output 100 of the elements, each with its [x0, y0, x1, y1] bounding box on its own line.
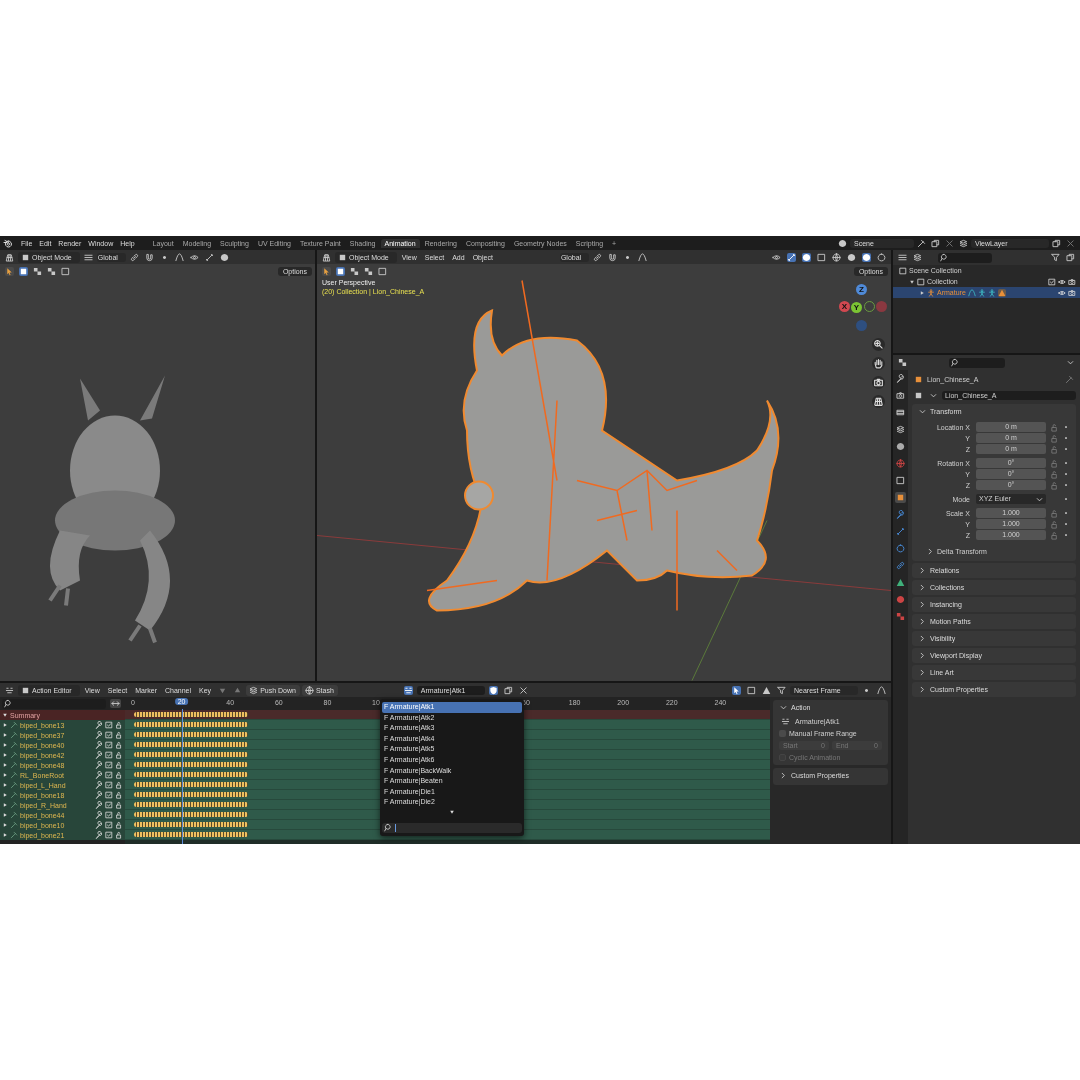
link-icon[interactable] — [129, 252, 139, 262]
expand-arrow-icon[interactable] — [2, 812, 8, 818]
editor-type-icon[interactable] — [5, 685, 14, 695]
constraint-icon[interactable] — [895, 560, 906, 571]
pin-icon[interactable] — [917, 238, 926, 248]
eye-icon[interactable] — [189, 252, 199, 262]
eye-icon[interactable] — [772, 252, 781, 262]
lock-icon[interactable] — [1050, 458, 1059, 468]
view-layer-icon[interactable] — [913, 253, 922, 262]
editor-type-icon[interactable] — [5, 252, 14, 262]
scene-icon[interactable] — [838, 238, 847, 248]
expand-arrow-icon[interactable] — [2, 802, 8, 808]
lock-icon[interactable] — [1050, 433, 1059, 443]
eye-icon[interactable] — [1058, 288, 1066, 297]
keyframe-strip[interactable] — [134, 752, 248, 757]
lock-icon[interactable] — [1050, 444, 1059, 454]
keyframe-strip[interactable] — [134, 712, 248, 717]
lock-icon[interactable] — [1050, 480, 1059, 490]
keyframe-strip[interactable] — [134, 832, 248, 837]
expand-arrow-icon[interactable] — [2, 712, 8, 718]
expand-arrow-icon[interactable] — [909, 278, 915, 285]
expand-arrow-icon[interactable] — [2, 752, 8, 758]
overlay-icon[interactable] — [802, 252, 811, 262]
select-mode-icon[interactable] — [47, 267, 56, 276]
collection-icon[interactable] — [895, 475, 906, 486]
camera-icon[interactable] — [1068, 277, 1076, 286]
expand-arrow-icon[interactable] — [2, 782, 8, 788]
caret-icon[interactable] — [918, 566, 927, 575]
magnet-icon[interactable] — [608, 252, 618, 262]
curve-icon[interactable] — [877, 685, 886, 695]
caret-icon[interactable] — [918, 600, 927, 609]
search-field[interactable] — [938, 252, 992, 263]
expand-arrow-icon[interactable] — [2, 792, 8, 798]
search-field[interactable] — [949, 357, 1005, 368]
lock-icon[interactable] — [1050, 519, 1059, 529]
zoom-icon[interactable] — [872, 338, 885, 351]
caret-icon[interactable] — [918, 634, 927, 643]
x-axis-handle[interactable]: X — [839, 301, 850, 312]
close-icon[interactable] — [1066, 238, 1075, 248]
select-mode-icon[interactable] — [61, 267, 70, 276]
keyframe-strip[interactable] — [134, 772, 248, 777]
fake-user-icon[interactable] — [488, 685, 498, 695]
expand-arrow-icon[interactable] — [2, 832, 8, 838]
magnet-icon[interactable] — [144, 252, 154, 262]
keyframe-strip[interactable] — [134, 722, 248, 727]
world-icon[interactable] — [895, 458, 906, 469]
copy-icon[interactable] — [931, 238, 940, 248]
search-field[interactable] — [382, 822, 522, 833]
expand-arrow-icon[interactable] — [2, 762, 8, 768]
rendered-shading-icon[interactable] — [877, 252, 886, 262]
select-mode-icon[interactable] — [33, 267, 42, 276]
xray-icon[interactable] — [817, 252, 826, 262]
lock-icon[interactable] — [115, 771, 123, 779]
select-mode-icon[interactable] — [350, 267, 359, 276]
caret-icon[interactable] — [918, 407, 927, 416]
material-shading-icon[interactable] — [862, 252, 871, 262]
lock-icon[interactable] — [1050, 422, 1059, 432]
search-field[interactable] — [2, 698, 106, 709]
menu-icon[interactable] — [83, 252, 93, 262]
keyframe-strip[interactable] — [134, 732, 248, 737]
physics-icon[interactable] — [895, 543, 906, 554]
action-browse-icon[interactable] — [403, 685, 413, 695]
keyframe-strip[interactable] — [134, 822, 248, 827]
solid-shading-icon[interactable] — [847, 252, 856, 262]
filter-icon[interactable] — [777, 685, 786, 695]
axis-handle[interactable] — [856, 320, 867, 331]
overlay-icon[interactable] — [219, 252, 229, 262]
expand-arrow-icon[interactable] — [2, 742, 8, 748]
material-icon[interactable] — [895, 594, 906, 605]
lock-icon[interactable] — [1050, 508, 1059, 518]
expand-arrow-icon[interactable] — [2, 732, 8, 738]
select-mode-icon[interactable] — [378, 267, 387, 276]
lock-icon[interactable] — [115, 761, 123, 769]
axis-handle[interactable] — [876, 301, 887, 312]
keyframe-strip[interactable] — [134, 802, 248, 807]
keyframe-strip[interactable] — [134, 762, 248, 767]
warning-icon[interactable] — [762, 685, 771, 695]
grid-icon[interactable] — [872, 395, 885, 408]
lock-icon[interactable] — [115, 731, 123, 739]
caret-icon[interactable] — [918, 685, 927, 694]
caret-icon[interactable] — [1066, 358, 1075, 367]
object-icon[interactable] — [895, 492, 906, 503]
up-arrow-icon[interactable] — [233, 685, 243, 695]
close-icon[interactable] — [518, 685, 528, 695]
expand-arrow-icon[interactable] — [919, 289, 925, 296]
caret-icon[interactable] — [779, 703, 788, 712]
new-collection-icon[interactable] — [1066, 253, 1075, 262]
lock-icon[interactable] — [1050, 530, 1059, 540]
armature-icon[interactable] — [987, 288, 996, 297]
link-icon[interactable] — [593, 252, 603, 262]
camera-icon[interactable] — [872, 376, 885, 389]
scroll-down-icon[interactable] — [449, 808, 455, 815]
y-axis-handle[interactable]: Y — [851, 302, 862, 313]
lock-icon[interactable] — [115, 741, 123, 749]
caret-icon[interactable] — [918, 617, 927, 626]
copy-icon[interactable] — [503, 685, 513, 695]
playhead-line[interactable] — [181, 709, 183, 844]
keyframe-strip[interactable] — [134, 742, 248, 747]
select-mode-icon[interactable] — [336, 267, 345, 276]
editor-type-icon[interactable] — [322, 252, 331, 262]
